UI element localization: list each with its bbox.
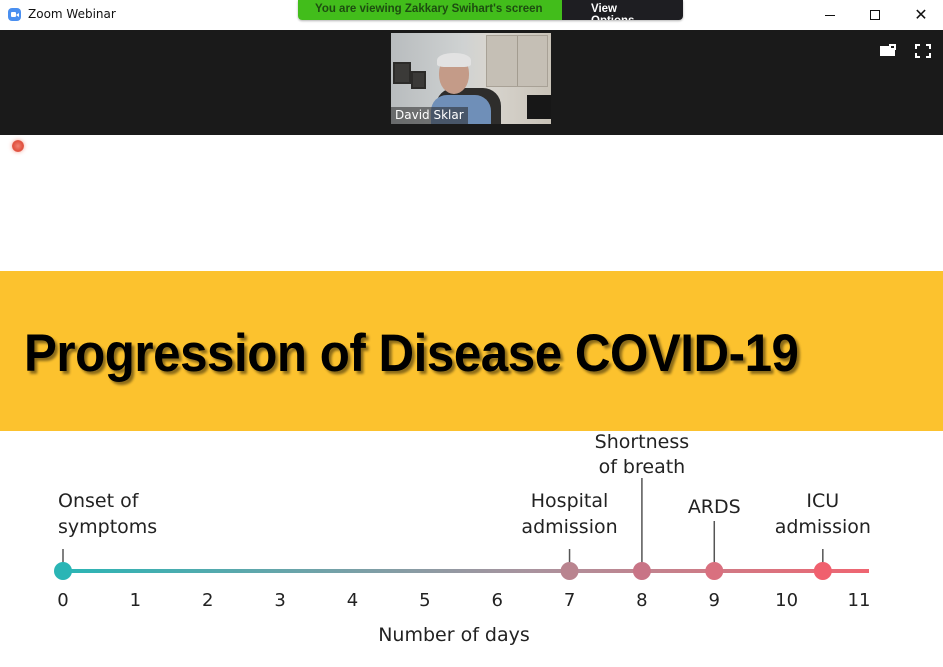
viewing-screen-message: You are viewing Zakkary Swihart's screen — [298, 0, 562, 20]
shared-screen-content: Progression of Disease COVID-19 Onset of… — [0, 135, 943, 667]
video-monitor — [527, 95, 551, 119]
video-picture-frame — [411, 71, 426, 89]
x-tick-label: 1 — [130, 590, 141, 611]
video-picture-frame — [393, 62, 411, 84]
event-label: admission — [521, 516, 617, 538]
screen-share-banner: You are viewing Zakkary Swihart's screen… — [298, 0, 683, 20]
video-strip: David Sklar — [0, 30, 943, 135]
x-tick-label: 9 — [709, 590, 720, 611]
video-cabinet — [486, 35, 548, 87]
x-tick-label: 2 — [202, 590, 213, 611]
disease-timeline-chart: Onset of symptoms Hospital admission Shortne… — [54, 431, 871, 646]
timeline-axis-line — [63, 569, 869, 573]
view-options-button[interactable]: View Options ⌄ — [562, 0, 683, 20]
event-marker — [54, 562, 72, 580]
event-label: Hospital — [531, 490, 609, 512]
minimize-icon — [825, 14, 835, 16]
x-tick-label: 6 — [491, 590, 502, 611]
x-axis-label: Number of days — [378, 624, 530, 646]
event-label: Onset of — [58, 490, 140, 512]
event-label: ARDS — [688, 496, 741, 518]
event-label: symptoms — [58, 516, 157, 538]
video-participant-hair — [437, 53, 471, 67]
x-tick-label: 7 — [564, 590, 575, 611]
chevron-down-icon: ⌄ — [638, 17, 645, 20]
event-marker — [632, 562, 651, 580]
close-button[interactable]: ✕ — [898, 0, 943, 30]
window-titlebar: Zoom Webinar You are viewing Zakkary Swi… — [0, 0, 943, 30]
x-tick-label: 0 — [57, 590, 68, 611]
x-tick-label: 4 — [347, 590, 358, 611]
slide-title: Progression of Disease COVID-19 — [24, 324, 799, 383]
event-label: Shortness — [595, 431, 690, 453]
recording-dot-icon — [12, 140, 24, 152]
x-tick-label: 8 — [636, 590, 647, 611]
maximize-button[interactable] — [852, 0, 898, 30]
view-options-label: View Options — [591, 3, 634, 20]
x-tick-label: 3 — [274, 590, 285, 611]
layout-icon[interactable] — [880, 44, 896, 58]
fullscreen-icon[interactable] — [915, 44, 931, 58]
event-label: admission — [775, 516, 871, 538]
maximize-icon — [870, 10, 880, 20]
x-tick-label: 10 — [775, 590, 798, 611]
app-title: Zoom Webinar — [28, 7, 116, 21]
participant-name: David Sklar — [391, 107, 468, 124]
event-marker — [705, 562, 724, 580]
x-tick-label: 5 — [419, 590, 430, 611]
participant-video-tile[interactable]: David Sklar — [391, 33, 551, 124]
minimize-button[interactable] — [807, 0, 853, 30]
event-marker — [560, 562, 579, 580]
x-tick-label: 11 — [848, 590, 871, 611]
slide-title-band: Progression of Disease COVID-19 — [0, 271, 943, 431]
event-marker — [813, 562, 832, 580]
close-icon: ✕ — [914, 5, 928, 24]
zoom-camera-icon — [8, 8, 21, 21]
event-label: ICU — [806, 490, 839, 512]
event-label: of breath — [599, 456, 686, 478]
